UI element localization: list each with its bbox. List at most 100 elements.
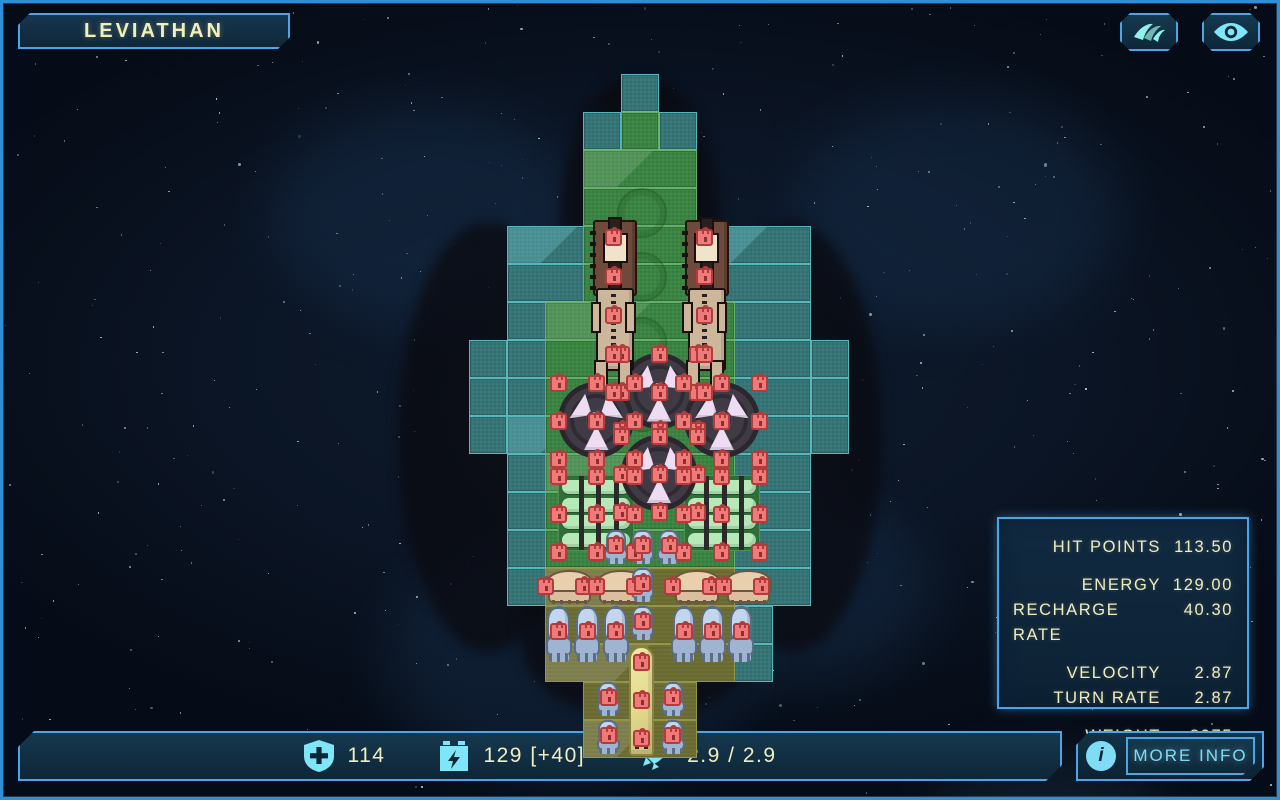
energy-resource: 129 [+40] xyxy=(437,739,585,773)
energy-value: 129 [+40] xyxy=(483,744,586,767)
stat-value: 40.30 xyxy=(1183,601,1233,619)
module-lock-icon[interactable] xyxy=(696,343,714,363)
shield-plus-icon xyxy=(303,739,335,773)
more-info-label-box[interactable]: MORE INFO xyxy=(1126,737,1255,775)
module-lock-icon[interactable] xyxy=(650,382,668,402)
stat-row: VELOCITY 2.87 xyxy=(1013,661,1233,686)
stat-label: RECHARGE RATE xyxy=(1013,601,1120,644)
battery-icon xyxy=(437,739,471,773)
weapons-toggle-button[interactable] xyxy=(1120,13,1178,51)
stat-value: 2.87 xyxy=(1194,689,1233,707)
module-lock-icon[interactable] xyxy=(675,372,693,392)
module-lock-icon[interactable] xyxy=(604,304,622,324)
page-title: LEVIATHAN xyxy=(84,19,224,42)
module-lock-icon[interactable] xyxy=(675,620,693,640)
stat-label: TURN RATE xyxy=(1053,689,1161,707)
speed-value: 2.9 / 2.9 xyxy=(687,744,777,767)
module-lock-icon[interactable] xyxy=(604,343,622,363)
module-lock-icon[interactable] xyxy=(713,541,731,561)
module-lock-icon[interactable] xyxy=(660,535,678,555)
module-lock-icon[interactable] xyxy=(663,576,681,596)
armor-value: 114 xyxy=(347,744,386,767)
module-lock-icon[interactable] xyxy=(696,266,714,286)
module-lock-icon[interactable] xyxy=(650,426,668,445)
module-lock-icon[interactable] xyxy=(650,344,668,364)
module-lock-icon[interactable] xyxy=(549,503,567,523)
module-lock-icon[interactable] xyxy=(664,687,682,707)
module-lock-icon[interactable] xyxy=(664,725,682,745)
stat-label: HIT POINTS xyxy=(1052,538,1161,556)
module-lock-icon[interactable] xyxy=(549,410,567,430)
module-lock-icon[interactable] xyxy=(696,382,714,402)
module-lock-icon[interactable] xyxy=(607,535,625,555)
module-lock-icon[interactable] xyxy=(715,576,733,596)
module-lock-icon[interactable] xyxy=(713,372,731,392)
more-info-button[interactable]: i MORE INFO xyxy=(1076,731,1264,781)
module-lock-icon[interactable] xyxy=(633,573,651,593)
module-lock-icon[interactable] xyxy=(713,410,731,430)
module-lock-icon[interactable] xyxy=(675,410,693,430)
stat-label: VELOCITY xyxy=(1066,664,1161,682)
module-lock-icon[interactable] xyxy=(578,620,596,640)
module-lock-icon[interactable] xyxy=(751,503,769,523)
module-lock-icon[interactable] xyxy=(675,503,693,523)
stat-value: 2.87 xyxy=(1194,664,1233,682)
more-info-label: MORE INFO xyxy=(1133,746,1248,765)
info-icon: i xyxy=(1086,741,1116,771)
module-lock-icon[interactable] xyxy=(704,620,722,640)
module-lock-icon[interactable] xyxy=(675,541,693,561)
ship-stats-panel: HIT POINTS 113.50 ENERGY 129.00 RECHARGE… xyxy=(997,517,1249,745)
module-lock-icon[interactable] xyxy=(751,465,769,485)
module-lock-icon[interactable] xyxy=(587,576,605,596)
module-lock-icon[interactable] xyxy=(650,502,668,521)
module-lock-icon[interactable] xyxy=(633,535,651,555)
module-lock-icon[interactable] xyxy=(633,728,651,748)
armor-resource: 114 xyxy=(303,739,385,773)
module-lock-icon[interactable] xyxy=(696,227,714,247)
module-lock-icon[interactable] xyxy=(633,690,651,710)
module-lock-icon[interactable] xyxy=(713,503,731,523)
module-lock-icon[interactable] xyxy=(549,541,567,561)
module-lock-icon[interactable] xyxy=(587,372,605,392)
module-lock-icon[interactable] xyxy=(751,541,769,561)
module-lock-icon[interactable] xyxy=(625,503,643,523)
module-lock-icon[interactable] xyxy=(587,465,605,485)
module-lock-icon[interactable] xyxy=(753,576,771,596)
module-lock-icon[interactable] xyxy=(587,410,605,430)
eye-icon xyxy=(1213,21,1249,43)
claw-icon xyxy=(1132,21,1166,43)
module-lock-icon[interactable] xyxy=(633,652,651,672)
module-lock-icon[interactable] xyxy=(751,410,769,430)
stat-row: ENERGY 129.00 xyxy=(1013,573,1233,598)
stat-row: RECHARGE RATE 40.30 xyxy=(1013,598,1233,648)
module-lock-icon[interactable] xyxy=(587,541,605,561)
module-lock-icon[interactable] xyxy=(688,426,706,445)
module-lock-icon[interactable] xyxy=(625,372,643,392)
module-lock-icon[interactable] xyxy=(599,725,617,745)
module-lock-icon[interactable] xyxy=(751,372,769,392)
module-lock-icon[interactable] xyxy=(696,304,714,324)
module-lock-icon[interactable] xyxy=(604,382,622,402)
module-lock-icon[interactable] xyxy=(550,620,568,640)
vision-toggle-button[interactable] xyxy=(1202,13,1260,51)
stat-value: 113.50 xyxy=(1174,538,1233,556)
module-lock-icon[interactable] xyxy=(675,465,693,485)
module-lock-icon[interactable] xyxy=(650,464,668,483)
module-lock-icon[interactable] xyxy=(549,372,567,392)
module-lock-icon[interactable] xyxy=(536,576,554,596)
module-lock-icon[interactable] xyxy=(612,426,630,445)
module-lock-icon[interactable] xyxy=(599,687,617,707)
stat-row: TURN RATE 2.87 xyxy=(1013,686,1233,711)
module-lock-icon[interactable] xyxy=(604,266,622,286)
module-lock-icon[interactable] xyxy=(549,465,567,485)
module-lock-icon[interactable] xyxy=(604,227,622,247)
module-lock-icon[interactable] xyxy=(625,410,643,430)
module-lock-icon[interactable] xyxy=(732,620,750,640)
module-lock-icon[interactable] xyxy=(633,611,651,631)
stat-label: ENERGY xyxy=(1081,576,1161,594)
module-lock-icon[interactable] xyxy=(587,503,605,523)
module-lock-icon[interactable] xyxy=(625,465,643,485)
module-lock-icon[interactable] xyxy=(607,620,625,640)
module-lock-icon[interactable] xyxy=(713,465,731,485)
stat-value: 129.00 xyxy=(1172,576,1233,594)
